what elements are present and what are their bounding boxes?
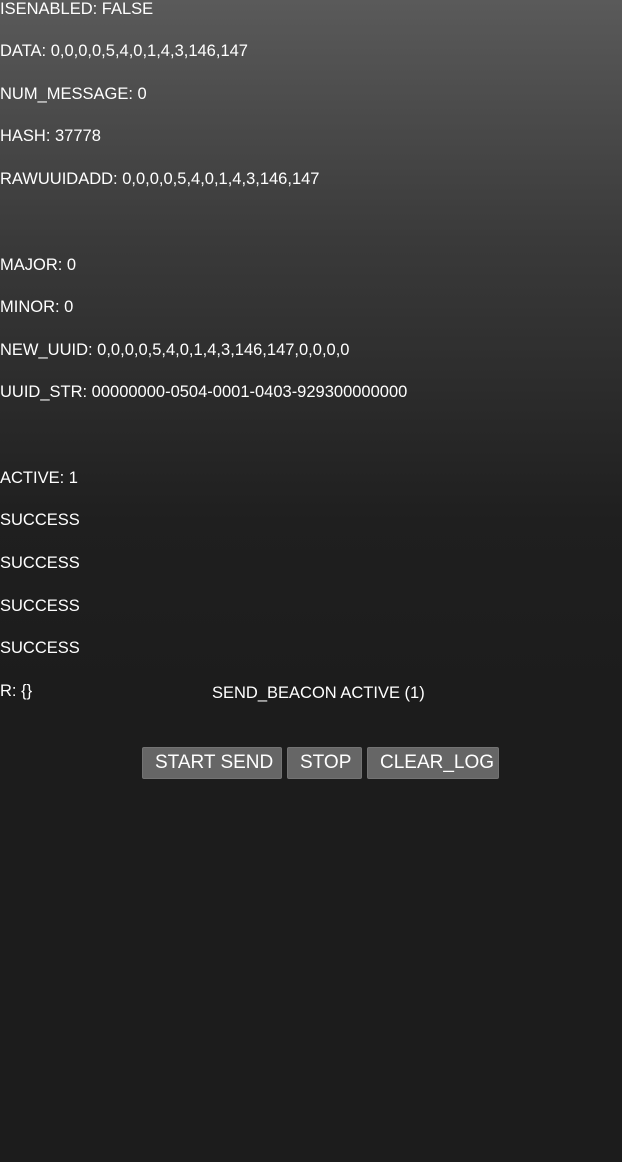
log-line-rawuuidadd: RAWUUIDADD: 0,0,0,0,5,4,0,1,4,3,146,147 [0, 170, 320, 188]
send-beacon-status: SEND_BEACON ACTIVE (1) [212, 684, 425, 702]
log-line-response: R: {} [0, 682, 33, 700]
start-send-button[interactable]: START SEND [142, 747, 282, 779]
log-line-major: MAJOR: 0 [0, 256, 77, 274]
log-line-hash: HASH: 37778 [0, 127, 101, 145]
clear-log-button[interactable]: CLEAR_LOG [367, 747, 499, 779]
log-line-minor: MINOR: 0 [0, 298, 74, 316]
log-line-success-3: SUCCESS [0, 597, 80, 615]
log-line-new-uuid: NEW_UUID: 0,0,0,0,5,4,0,1,4,3,146,147,0,… [0, 341, 350, 359]
log-line-data: DATA: 0,0,0,0,5,4,0,1,4,3,146,147 [0, 42, 248, 60]
log-line-success-4: SUCCESS [0, 639, 80, 657]
stop-button[interactable]: STOP [287, 747, 362, 779]
log-line-active: ACTIVE: 1 [0, 469, 78, 487]
log-line-isenabled: ISENABLED: FALSE [0, 0, 154, 18]
log-line-num-message: NUM_MESSAGE: 0 [0, 85, 147, 103]
control-buttons: START SEND STOP CLEAR_LOG [142, 747, 499, 779]
log-line-success-1: SUCCESS [0, 511, 80, 529]
log-line-success-2: SUCCESS [0, 554, 80, 572]
log-line-uuid-str: UUID_STR: 00000000-0504-0001-0403-929300… [0, 383, 408, 401]
